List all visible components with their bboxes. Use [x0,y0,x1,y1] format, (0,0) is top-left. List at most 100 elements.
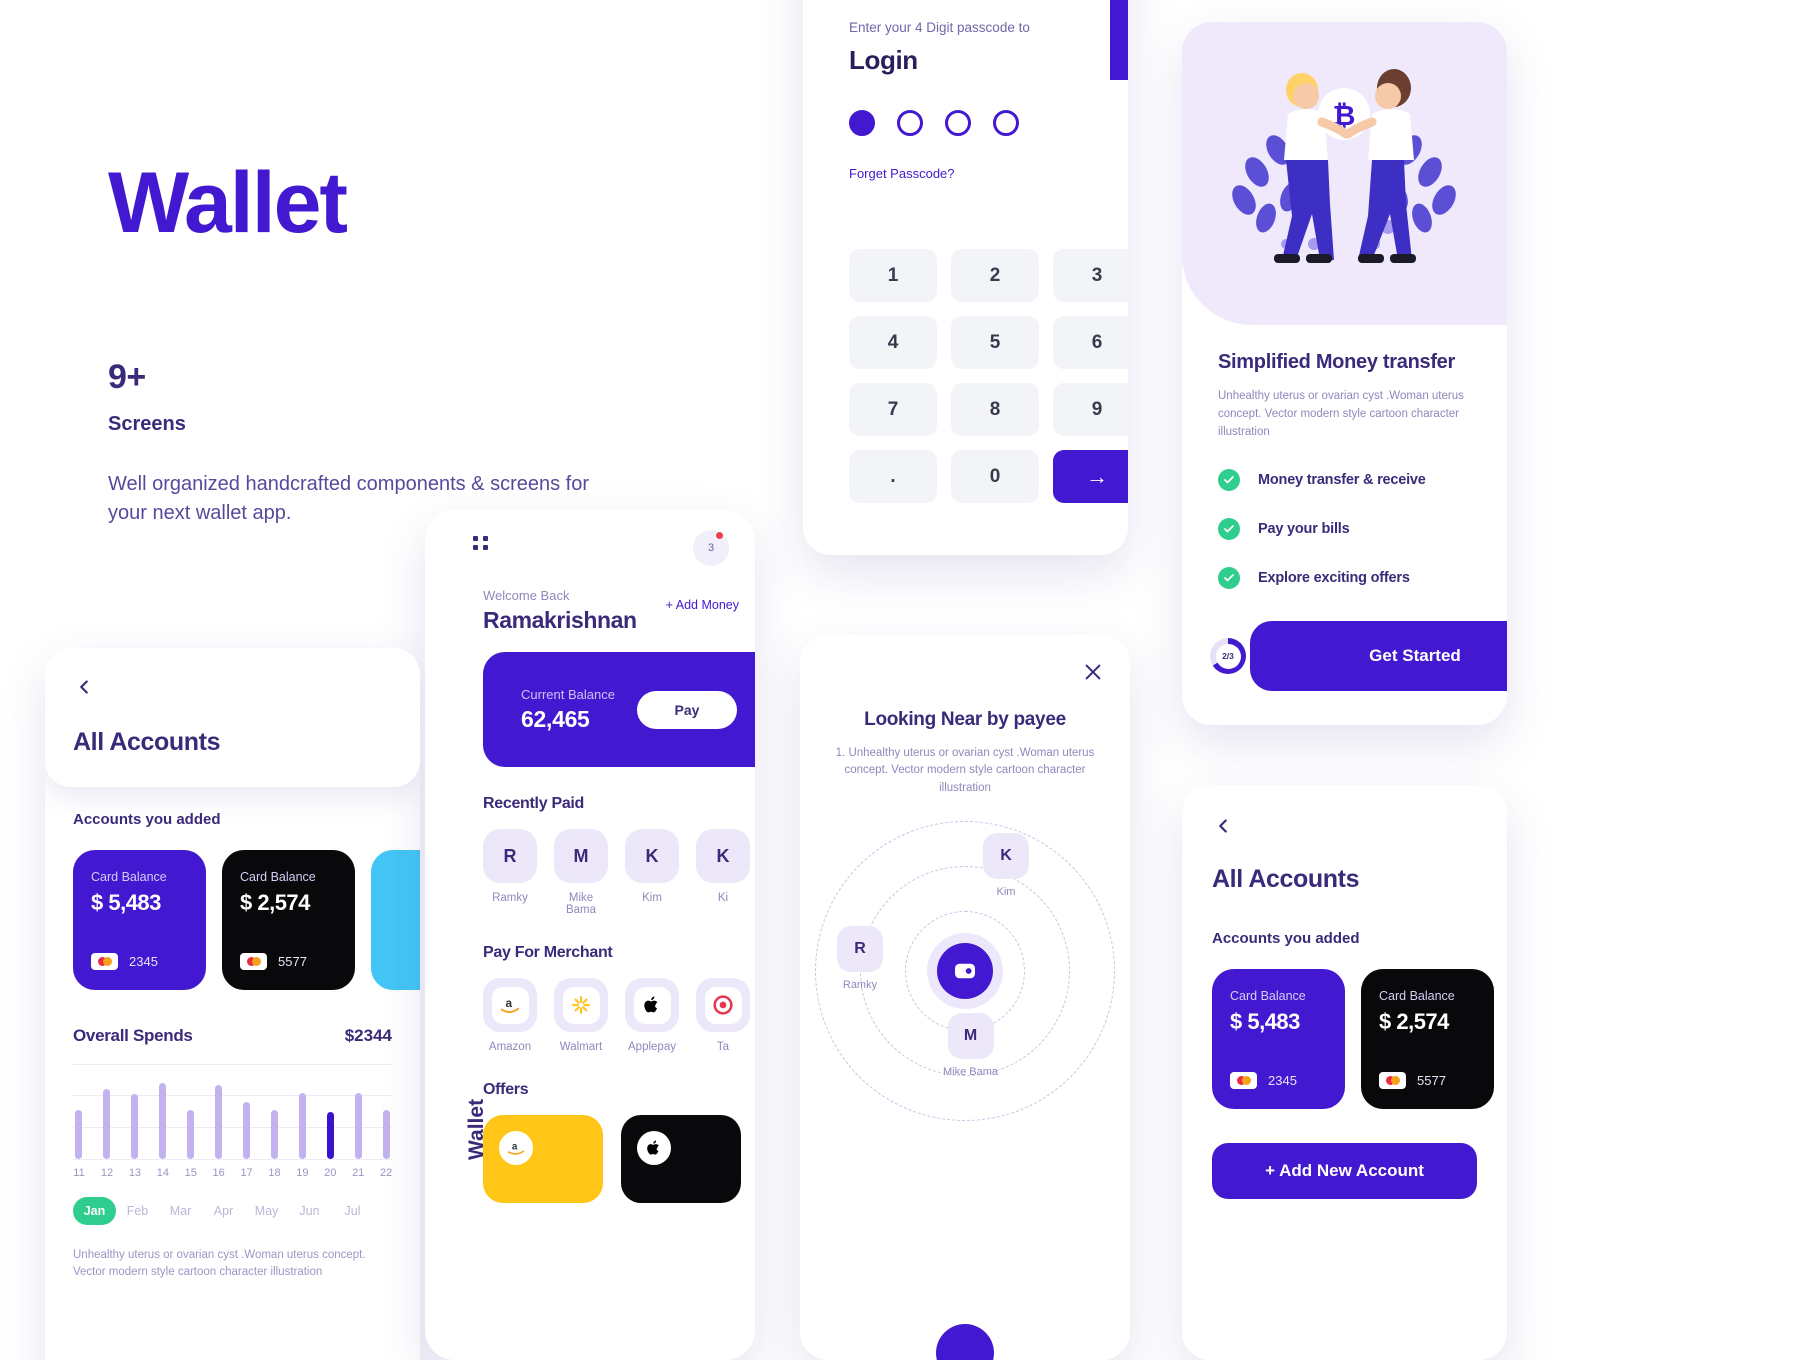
month-tab-jan[interactable]: Jan [73,1197,116,1225]
recently-paid-item[interactable]: M Mike Bama [554,829,608,916]
chart-bar [327,1111,334,1159]
notification-badge[interactable]: 3 [693,530,729,566]
card-balance-label: Card Balance [1379,989,1455,1003]
balance-card-list[interactable]: Card Balance $ 5,483 2345 Card Balance $… [73,850,420,990]
back-button[interactable] [73,676,392,698]
keypad-key-6[interactable]: 6 [1053,316,1128,369]
merchant-item[interactable]: a Amazon [483,978,537,1053]
balance-card[interactable]: Card Balance $ 2,574 5577 [1361,969,1494,1109]
keypad-key-3[interactable]: 3 [1053,249,1128,302]
passcode-dot [993,110,1019,136]
apple-icon [637,1131,671,1165]
month-tab-mar[interactable]: Mar [159,1197,202,1225]
grid-dots-icon[interactable] [473,536,489,550]
numeric-keypad[interactable]: 1 2 3 4 5 6 7 8 9. 0 → [849,249,1128,503]
passcode-dot-filled [849,110,875,136]
keypad-key-.[interactable]: . [849,450,937,503]
card-footer: 5577 [240,953,337,970]
check-circle-icon [1218,518,1240,541]
payee-name: Mike Bama [565,892,597,916]
balance-card[interactable] [371,850,420,990]
radar-node-name: Kim [996,885,1016,898]
overall-spends-header: Overall Spends $2344 [73,1026,392,1046]
keypad-key-9[interactable]: 9 [1053,383,1128,436]
balance-card-list-2[interactable]: Card Balance $ 5,483 2345 Card Balance $… [1212,969,1494,1109]
pay-button[interactable]: Pay [637,690,737,729]
screen-count: 9+ [108,358,146,396]
chart-bar [159,1083,166,1159]
feature-label: Explore exciting offers [1258,570,1410,587]
card-balance-label: Card Balance [1230,989,1306,1003]
keypad-key-4[interactable]: 4 [849,316,937,369]
chart-bar [243,1102,250,1159]
radar-node[interactable]: K Kim [983,832,1029,898]
chart-x-tick: 19 [296,1167,309,1179]
keypad-key-5[interactable]: 5 [951,316,1039,369]
amazon-icon: a [500,996,520,1014]
merchant-list[interactable]: a Amazon Walmart Applepay Ta [483,978,755,1053]
current-balance-amount: 62,465 [521,705,590,732]
all-accounts-screen-2: All Accounts Accounts you added Card Bal… [1182,785,1507,1360]
radar-action-button[interactable] [936,1324,994,1360]
recently-paid-list[interactable]: R Ramky M Mike Bama K Kim K Ki [483,829,755,916]
chart-x-tick: 17 [240,1167,253,1179]
keypad-key-2[interactable]: 2 [951,249,1039,302]
chart-x-tick: 12 [100,1167,114,1179]
recently-paid-label: Recently Paid [483,795,585,812]
recently-paid-item[interactable]: K Kim [625,829,679,916]
month-tab-apr[interactable]: Apr [202,1197,245,1225]
back-button[interactable] [1212,815,1477,837]
onboarding-description: Unhealthy uterus or ovarian cyst .Woman … [1218,390,1464,438]
recently-paid-item[interactable]: R Ramky [483,829,537,916]
amazon-icon: a [483,978,537,1032]
merchant-item[interactable]: Ta [696,978,750,1053]
mastercard-icon [240,953,267,970]
add-new-account-button-2[interactable]: + Add New Account [1212,1143,1477,1199]
offers-list[interactable]: a [483,1115,755,1203]
payee-avatar: K [625,829,679,883]
radar-node[interactable]: M Mike Bama [943,1012,998,1078]
login-title: Login [849,45,918,75]
chart-x-tick: 13 [128,1167,142,1179]
svg-text:a: a [505,996,512,1010]
balance-card[interactable]: Card Balance $ 5,483 2345 [73,850,206,990]
current-balance-label: Current Balance [521,686,615,702]
keypad-key-7[interactable]: 7 [849,383,937,436]
month-tab-may[interactable]: May [245,1197,288,1225]
all-accounts-note: Unhealthy uterus or ovarian cyst .Woman … [73,1249,366,1279]
merchant-item[interactable]: Walmart [554,978,608,1053]
radar-node-avatar: R [837,925,883,972]
login-screen: Enter your 4 Digit passcode to Login For… [803,0,1128,555]
chart-bar [299,1092,306,1159]
keypad-key-8[interactable]: 8 [951,383,1039,436]
recently-paid-item[interactable]: K Ki [696,829,750,916]
progress-label: 2/3 [1215,643,1241,669]
offer-card-amazon[interactable]: a [483,1115,603,1203]
radar-graphic: K Kim R Ramky M Mike Bama [815,820,1115,1121]
balance-card[interactable]: Card Balance $ 2,574 5577 [222,850,355,990]
keypad-submit-button[interactable]: → [1053,450,1128,503]
accent-bar [1110,0,1128,80]
offer-card-apple[interactable] [621,1115,741,1203]
month-tab-jun[interactable]: Jun [288,1197,331,1225]
month-tab-jul[interactable]: Jul [331,1197,374,1225]
merchant-item[interactable]: Applepay [625,978,679,1053]
month-tab-feb[interactable]: Feb [116,1197,159,1225]
chevron-left-icon [1219,819,1227,833]
get-started-button[interactable]: Get Started › [1250,621,1507,691]
balance-card[interactable]: Card Balance $ 5,483 2345 [1212,969,1345,1109]
forget-passcode-link[interactable]: Forget Passcode? [849,166,1082,181]
pay-merchant-label: Pay For Merchant [483,944,613,961]
amazon-icon: a [507,1142,525,1155]
keypad-key-1[interactable]: 1 [849,249,937,302]
chart-x-tick: 16 [212,1167,225,1179]
radar-hub[interactable] [937,942,993,999]
card-balance-amount: $ 2,574 [1379,1009,1449,1034]
amazon-icon: a [499,1131,533,1165]
month-tab-list[interactable]: Jan Feb Mar Apr May Jun Jul [73,1197,392,1225]
keypad-key-0[interactable]: 0 [951,450,1039,503]
add-money-button[interactable]: + Add Money [666,598,739,612]
payee-name: Ki [717,892,729,904]
radar-node[interactable]: R Ramky [837,925,883,991]
close-button[interactable] [1082,661,1104,683]
